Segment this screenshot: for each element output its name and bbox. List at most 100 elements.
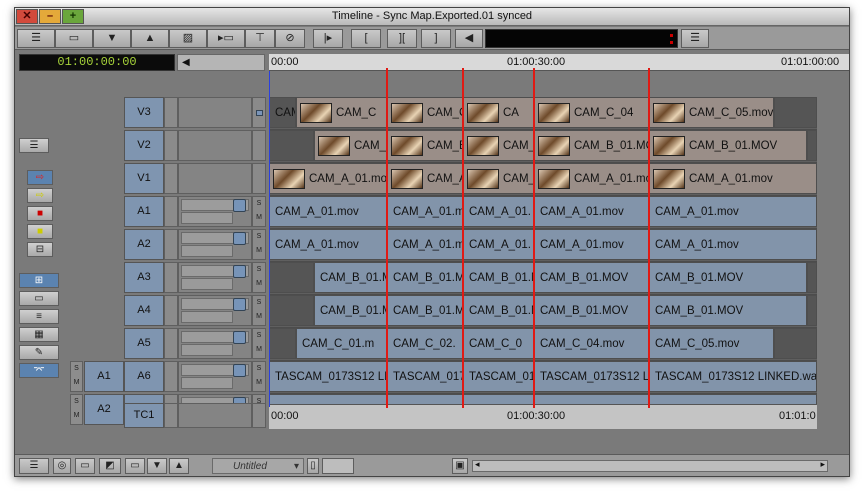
clip-gain-icon[interactable] [233,364,246,377]
clip-segment[interactable]: CAM_C [387,97,463,128]
mute-button[interactable]: M [253,310,265,324]
audio-mute-button[interactable]: ◀ [455,29,483,48]
track-lock-column[interactable] [164,130,178,161]
lift-button[interactable]: ■ [27,206,53,221]
clip-segment[interactable]: CAM_B_01.MOV [534,295,649,326]
track-lock-column[interactable] [164,229,178,260]
monitor-column[interactable] [252,130,266,161]
clip-segment[interactable]: CAM_B_01.M [387,295,463,326]
track-lock-column[interactable] [164,361,178,392]
track-lane-a2[interactable]: CAM_A_01.mov CAM_A_01.m CAM_A_01. CAM_A_01.… [269,229,817,262]
track-button-a4[interactable]: A4 [124,295,164,326]
effects-mode-button[interactable]: ◩ [99,458,121,474]
clip-segment[interactable]: CAM_A_01. [463,196,534,227]
clip-segment[interactable]: CAM_C_04 [534,97,649,128]
source-solo-button[interactable]: S [71,362,82,376]
clip-segment[interactable]: CAM_B_01.M [314,295,387,326]
clip-segment[interactable]: CA [463,97,534,128]
clip-segment[interactable]: CAM_A_01.mov [269,229,387,260]
clip-gain-icon[interactable] [233,199,246,212]
track-lock-column[interactable] [164,328,178,359]
clip-segment[interactable]: CAM_A_01.mov [649,196,817,227]
timeline-ruler[interactable]: 00:00 01:00:30:00 01:01:00:00 [269,54,849,71]
clip-segment[interactable]: CAM_B_01.MOV [649,130,807,161]
track-lane-a3[interactable]: CAM_B_01.M CAM_B_01.M CAM_B_01.M CAM_B_01.M… [269,262,817,295]
track-button-a1[interactable]: A1 [124,196,164,227]
clip-segment[interactable]: TASCAM_01 [463,361,534,392]
clip-segment[interactable]: CAM_A_01.mov [534,229,649,260]
filler-segment[interactable]: CAM_C [269,97,296,128]
clip-segment[interactable]: CAM_C_05.mov [649,328,774,359]
show-thumbnails-button[interactable]: ▭ [75,458,95,474]
bin-layout-button[interactable]: ▭ [19,291,59,306]
track-lock-column[interactable] [164,163,178,194]
track-lane-v1[interactable]: CAM_A_01.mov CAM_A CAM_A CAM_A_01.mo CAM_A_0… [269,163,817,196]
track-options-button[interactable]: ☰ [17,29,55,48]
clip-segment[interactable]: CAM_C_01.m [296,328,387,359]
clip-segment[interactable]: CAM_A_01.mov [649,229,817,260]
mute-button[interactable]: M [253,211,265,225]
scroll-up-button[interactable]: ▲ [131,29,169,48]
solo-button[interactable]: S [253,197,265,211]
enlarge-tracks-button[interactable]: ▲ [169,458,189,474]
clip-segment[interactable]: CAM_B [387,130,463,161]
overwrite-button[interactable]: ⇨ [27,188,53,203]
track-lane-v3[interactable]: CAM_C CAM_C CAM_C CA CAM_C_04 CAM_C_05.mov [269,97,817,130]
clip-gain-icon[interactable] [233,232,246,245]
clip-gain-icon[interactable] [233,331,246,344]
audio-track-cells[interactable] [181,278,233,290]
mute-button[interactable]: M [253,376,265,390]
clip-segment[interactable]: CAM_B_01.MOV [649,262,807,293]
audio-track-cells[interactable] [181,212,233,224]
clip-segment[interactable]: CAM_C_02. [387,328,463,359]
monitor-display-button[interactable]: ▭ [125,458,145,474]
track-lane-a5[interactable]: CAM_C_01.m CAM_C_02. CAM_C_0 CAM_C_04.mov CA… [269,328,817,361]
solo-button[interactable]: S [253,362,265,376]
palette-menu-button[interactable]: ☰ [19,138,49,153]
clip-segment[interactable]: TASCAM_0173S12 LI [534,394,649,404]
mute-button[interactable]: M [253,244,265,258]
track-area[interactable]: CAM_CCAM_CCAM_CCACAM_C_04CAM_C_05.movCAM… [269,97,817,404]
clip-segment[interactable]: CAM_B_01.M [463,295,534,326]
audio-track-cells[interactable] [181,344,233,356]
clip-segment[interactable]: CAM_A_01.mov [269,163,387,194]
source-track-button[interactable]: A1 [84,361,124,392]
solo-button[interactable]: S [253,263,265,277]
edit-mode-button[interactable]: ▸▭ [207,29,245,48]
filler-segment[interactable] [269,130,314,161]
mute-button[interactable]: M [253,343,265,357]
clip-segment[interactable]: CAM_A [387,163,463,194]
video-quality-button[interactable]: ▨ [169,29,207,48]
solo-mute-buttons[interactable]: SM [252,196,266,227]
clip-segment[interactable]: CAM_ [463,130,534,161]
scroll-down-button[interactable]: ▼ [93,29,131,48]
clip-segment[interactable]: CAM_A [463,163,534,194]
timecode-display[interactable]: 01:00:00:00 [19,54,175,71]
source-mute-button[interactable]: M [71,409,82,423]
segment-mode-button[interactable]: ⊤ [245,29,275,48]
solo-mute-buttons[interactable]: SM [252,361,266,392]
mark-out-button[interactable]: ] [421,29,451,48]
clip-segment[interactable]: CAM_B_01.M [463,262,534,293]
track-button-v2[interactable]: V2 [124,130,164,161]
list-view-button[interactable]: ☰ [681,29,709,48]
track-button-v1[interactable]: V1 [124,163,164,194]
solo-button[interactable]: S [253,230,265,244]
extract-button[interactable]: ■ [27,224,53,239]
audio-track-cells[interactable] [181,311,233,323]
monitor-column[interactable] [252,97,266,128]
track-lane-a4[interactable]: CAM_B_01.M CAM_B_01.M CAM_B_01.M CAM_B_01.M… [269,295,817,328]
solo-button[interactable]: S [253,329,265,343]
clip-segment[interactable]: CAM_A_01.m [387,229,463,260]
source-mute-button[interactable]: M [71,376,82,390]
clip-segment[interactable]: CAM_B_01.MOV [649,295,807,326]
timeline-scrollbar[interactable]: ◂ ▸ [472,459,828,472]
clip-segment[interactable]: CAM_B_01.MO [534,130,649,161]
track-button-v3[interactable]: V3 [124,97,164,128]
clip-segment[interactable]: CAM_A_01.m [387,196,463,227]
clip-segment[interactable]: CAM_A_01.mov [649,163,817,194]
disable-button[interactable]: ⊘ [275,29,305,48]
clip-segment[interactable]: CAM_A_01.mov [534,196,649,227]
mute-button[interactable]: M [253,277,265,291]
clip-segment[interactable]: TASCAM_0173S12 LI [269,394,387,404]
